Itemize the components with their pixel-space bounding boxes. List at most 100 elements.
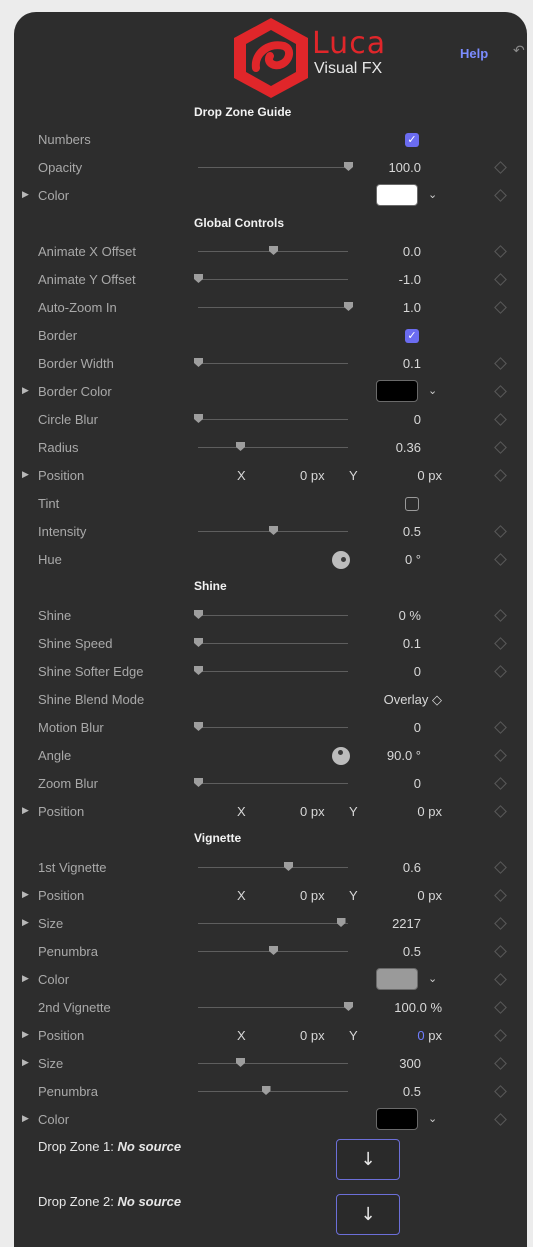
second-vignette-slider[interactable]: [198, 1002, 353, 1011]
penumbra-slider[interactable]: [198, 946, 348, 955]
second-vignette-value[interactable]: 100.0 %: [394, 1000, 442, 1015]
drop-zone-2-button[interactable]: ↓: [336, 1194, 400, 1235]
shine-blend-mode-select[interactable]: Overlay ◇: [384, 692, 442, 708]
keyframe-icon[interactable]: [494, 413, 507, 426]
reset-icon[interactable]: ↶: [513, 43, 525, 59]
keyframe-icon[interactable]: [494, 357, 507, 370]
angle-dial-icon[interactable]: [332, 747, 350, 765]
size-value[interactable]: 2217: [392, 916, 421, 931]
chevron-down-icon[interactable]: ⌄: [428, 384, 437, 397]
penumbra-value[interactable]: 0.5: [403, 944, 421, 959]
animate-y-value[interactable]: -1.0: [399, 272, 421, 287]
animate-y-slider[interactable]: [194, 274, 348, 283]
keyframe-icon[interactable]: [494, 1085, 507, 1098]
disclosure-triangle-icon[interactable]: ▶: [22, 1114, 29, 1124]
keyframe-icon[interactable]: [494, 805, 507, 818]
slider-thumb[interactable]: [194, 666, 203, 675]
size-value[interactable]: 300: [399, 1056, 421, 1071]
position-x-value[interactable]: 0 px: [300, 804, 325, 819]
numbers-checkbox[interactable]: ✓: [405, 133, 419, 147]
keyframe-icon[interactable]: [494, 469, 507, 482]
first-vignette-value[interactable]: 0.6: [403, 860, 421, 875]
keyframe-icon[interactable]: [494, 1113, 507, 1126]
disclosure-triangle-icon[interactable]: ▶: [22, 386, 29, 396]
slider-thumb[interactable]: [194, 358, 203, 367]
animate-x-value[interactable]: 0.0: [403, 244, 421, 259]
hue-dial-icon[interactable]: [332, 551, 350, 569]
slider-thumb[interactable]: [236, 1058, 245, 1067]
circle-blur-slider[interactable]: [194, 414, 348, 423]
keyframe-icon[interactable]: [494, 609, 507, 622]
zoom-blur-value[interactable]: 0: [414, 776, 421, 791]
slider-thumb[interactable]: [269, 526, 278, 535]
shine-softer-edge-value[interactable]: 0: [414, 664, 421, 679]
slider-thumb[interactable]: [194, 722, 203, 731]
position-y-number[interactable]: 0: [417, 1028, 424, 1043]
drop-zone-1-button[interactable]: ↓: [336, 1139, 400, 1180]
disclosure-triangle-icon[interactable]: ▶: [22, 1030, 29, 1040]
disclosure-triangle-icon[interactable]: ▶: [22, 470, 29, 480]
color-swatch[interactable]: [376, 184, 418, 206]
slider-thumb[interactable]: [261, 1086, 271, 1095]
shine-value[interactable]: 0 %: [399, 608, 421, 623]
shine-slider[interactable]: [194, 610, 348, 619]
keyframe-icon[interactable]: [494, 301, 507, 314]
color-swatch[interactable]: [376, 1108, 418, 1130]
color-swatch[interactable]: [376, 968, 418, 990]
zoom-blur-slider[interactable]: [194, 778, 348, 787]
intensity-value[interactable]: 0.5: [403, 524, 421, 539]
shine-softer-edge-slider[interactable]: [194, 666, 348, 675]
border-width-slider[interactable]: [194, 358, 348, 367]
circle-blur-value[interactable]: 0: [414, 412, 421, 427]
animate-x-slider[interactable]: [198, 246, 348, 255]
disclosure-triangle-icon[interactable]: ▶: [22, 974, 29, 984]
keyframe-icon[interactable]: [494, 385, 507, 398]
disclosure-triangle-icon[interactable]: ▶: [22, 190, 29, 200]
chevron-down-icon[interactable]: ⌄: [428, 188, 437, 201]
slider-thumb[interactable]: [194, 414, 203, 423]
position-x-value[interactable]: 0 px: [300, 468, 325, 483]
shine-speed-slider[interactable]: [194, 638, 348, 647]
hue-value[interactable]: 0 °: [405, 552, 421, 567]
help-link[interactable]: Help: [460, 46, 488, 61]
auto-zoom-slider[interactable]: [198, 302, 353, 311]
penumbra-slider[interactable]: [198, 1086, 348, 1095]
slider-thumb[interactable]: [194, 778, 203, 787]
position-x-value[interactable]: 0 px: [300, 888, 325, 903]
keyframe-icon[interactable]: [494, 665, 507, 678]
disclosure-triangle-icon[interactable]: ▶: [22, 918, 29, 928]
disclosure-triangle-icon[interactable]: ▶: [22, 890, 29, 900]
slider-thumb[interactable]: [344, 1002, 353, 1011]
size-slider[interactable]: [198, 918, 348, 927]
keyframe-icon[interactable]: [494, 189, 507, 202]
keyframe-icon[interactable]: [494, 861, 507, 874]
size-slider[interactable]: [198, 1058, 348, 1067]
radius-value[interactable]: 0.36: [396, 440, 421, 455]
keyframe-icon[interactable]: [494, 525, 507, 538]
slider-thumb[interactable]: [269, 246, 278, 255]
disclosure-triangle-icon[interactable]: ▶: [22, 806, 29, 816]
slider-thumb[interactable]: [336, 918, 346, 927]
motion-blur-value[interactable]: 0: [414, 720, 421, 735]
keyframe-icon[interactable]: [494, 1029, 507, 1042]
position-y-value[interactable]: 0 px: [417, 1028, 442, 1043]
intensity-slider[interactable]: [198, 526, 348, 535]
keyframe-icon[interactable]: [494, 945, 507, 958]
keyframe-icon[interactable]: [494, 1001, 507, 1014]
chevron-down-icon[interactable]: ⌄: [428, 1112, 437, 1125]
keyframe-icon[interactable]: [494, 973, 507, 986]
first-vignette-slider[interactable]: [198, 862, 348, 871]
keyframe-icon[interactable]: [494, 161, 507, 174]
auto-zoom-value[interactable]: 1.0: [403, 300, 421, 315]
disclosure-triangle-icon[interactable]: ▶: [22, 1058, 29, 1068]
motion-blur-slider[interactable]: [194, 722, 348, 731]
position-y-value[interactable]: 0 px: [417, 804, 442, 819]
slider-thumb[interactable]: [236, 442, 245, 451]
keyframe-icon[interactable]: [494, 777, 507, 790]
keyframe-icon[interactable]: [494, 917, 507, 930]
keyframe-icon[interactable]: [494, 441, 507, 454]
keyframe-icon[interactable]: [494, 749, 507, 762]
keyframe-icon[interactable]: [494, 1057, 507, 1070]
border-width-value[interactable]: 0.1: [403, 356, 421, 371]
slider-thumb[interactable]: [194, 274, 203, 283]
